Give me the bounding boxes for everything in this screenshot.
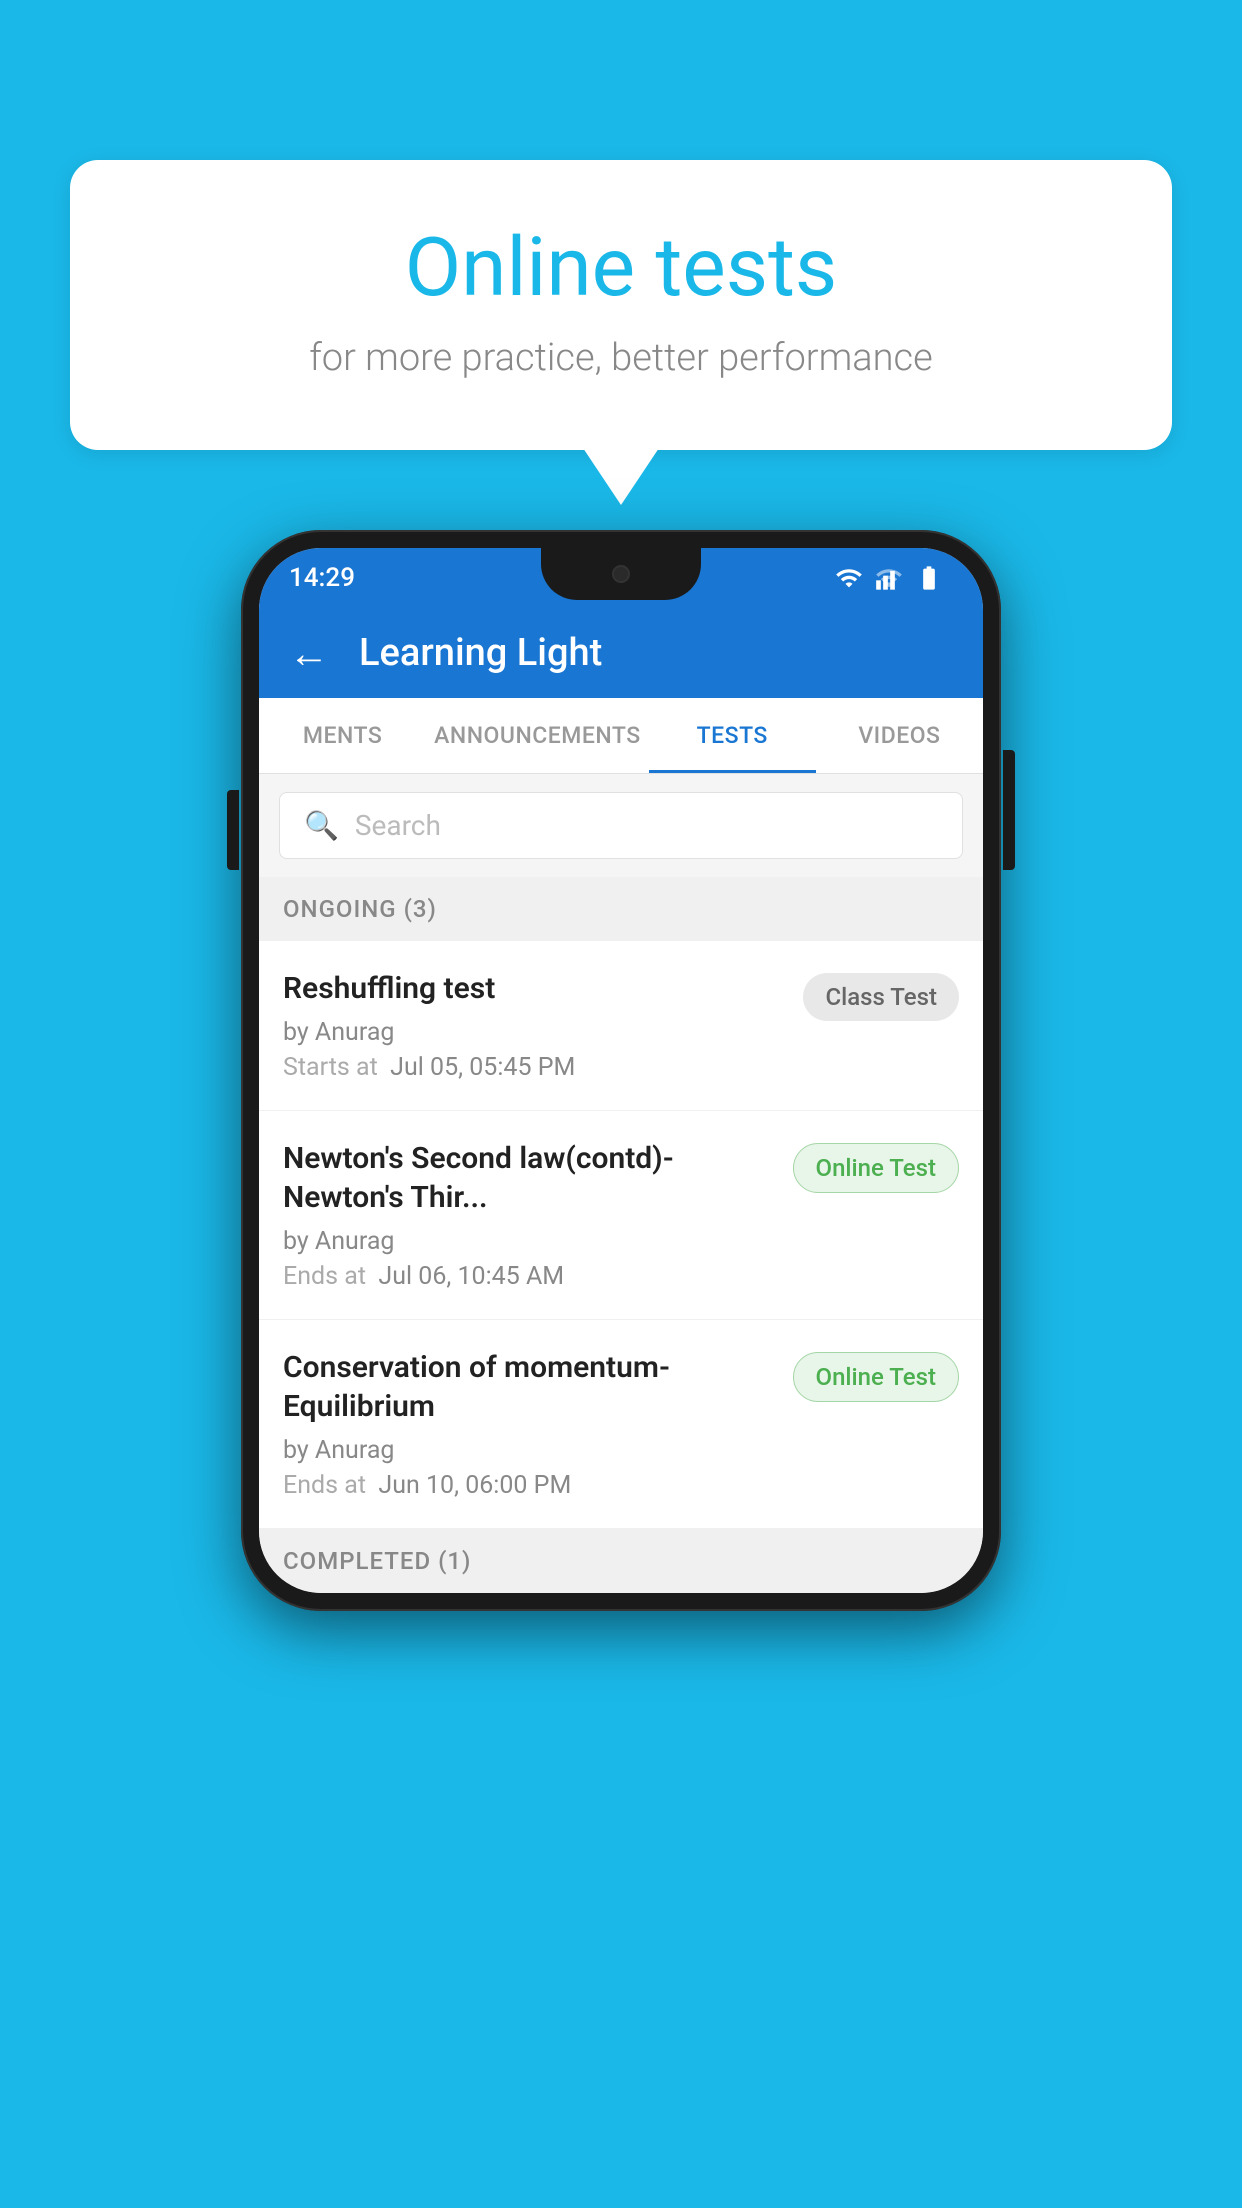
- tabs-bar: MENTS ANNOUNCEMENTS TESTS VIDEOS: [259, 698, 983, 774]
- test-item-1[interactable]: Reshuffling test by Anurag Starts at Jul…: [259, 941, 983, 1111]
- phone-device: 14:29: [241, 530, 1001, 1611]
- battery-icon: [915, 564, 943, 592]
- search-icon: 🔍: [304, 809, 339, 842]
- completed-section-header: COMPLETED (1): [259, 1529, 983, 1593]
- tab-tests[interactable]: TESTS: [649, 698, 816, 773]
- status-bar: 14:29: [259, 548, 983, 608]
- test-info-2: Newton's Second law(contd)-Newton's Thir…: [283, 1139, 793, 1291]
- status-icons: [835, 564, 943, 592]
- test-title-1: Reshuffling test: [283, 969, 783, 1008]
- tab-ments[interactable]: MENTS: [259, 698, 426, 773]
- test-info-1: Reshuffling test by Anurag Starts at Jul…: [283, 969, 803, 1082]
- camera: [612, 565, 630, 583]
- badge-class-test-1: Class Test: [803, 973, 959, 1021]
- test-date-1: Starts at Jul 05, 05:45 PM: [283, 1053, 783, 1082]
- tab-announcements[interactable]: ANNOUNCEMENTS: [426, 698, 648, 773]
- notch: [541, 548, 701, 600]
- test-author-2: by Anurag: [283, 1227, 773, 1256]
- test-author-3: by Anurag: [283, 1436, 773, 1465]
- search-container: 🔍 Search: [259, 774, 983, 877]
- signal-icon: [875, 564, 903, 592]
- ongoing-section-header: ONGOING (3): [259, 877, 983, 941]
- tab-videos[interactable]: VIDEOS: [816, 698, 983, 773]
- badge-online-test-3: Online Test: [793, 1352, 959, 1402]
- test-item-2[interactable]: Newton's Second law(contd)-Newton's Thir…: [259, 1111, 983, 1320]
- status-time: 14:29: [289, 563, 355, 593]
- phone-outer: 14:29: [241, 530, 1001, 1611]
- tests-list: Reshuffling test by Anurag Starts at Jul…: [259, 941, 983, 1529]
- back-button[interactable]: ←: [289, 630, 329, 677]
- test-title-3: Conservation of momentum-Equilibrium: [283, 1348, 773, 1426]
- test-title-2: Newton's Second law(contd)-Newton's Thir…: [283, 1139, 773, 1217]
- search-placeholder: Search: [355, 809, 441, 842]
- test-date-3: Ends at Jun 10, 06:00 PM: [283, 1471, 773, 1500]
- speech-bubble-container: Online tests for more practice, better p…: [70, 160, 1172, 450]
- bubble-title: Online tests: [150, 220, 1092, 316]
- badge-online-test-2: Online Test: [793, 1143, 959, 1193]
- bubble-subtitle: for more practice, better performance: [150, 336, 1092, 380]
- test-item-3[interactable]: Conservation of momentum-Equilibrium by …: [259, 1320, 983, 1529]
- speech-bubble: Online tests for more practice, better p…: [70, 160, 1172, 450]
- test-date-2: Ends at Jul 06, 10:45 AM: [283, 1262, 773, 1291]
- app-bar: ← Learning Light: [259, 608, 983, 698]
- phone-screen: 14:29: [259, 548, 983, 1593]
- test-info-3: Conservation of momentum-Equilibrium by …: [283, 1348, 793, 1500]
- search-bar[interactable]: 🔍 Search: [279, 792, 963, 859]
- app-title: Learning Light: [359, 631, 602, 675]
- wifi-icon: [835, 564, 863, 592]
- test-author-1: by Anurag: [283, 1018, 783, 1047]
